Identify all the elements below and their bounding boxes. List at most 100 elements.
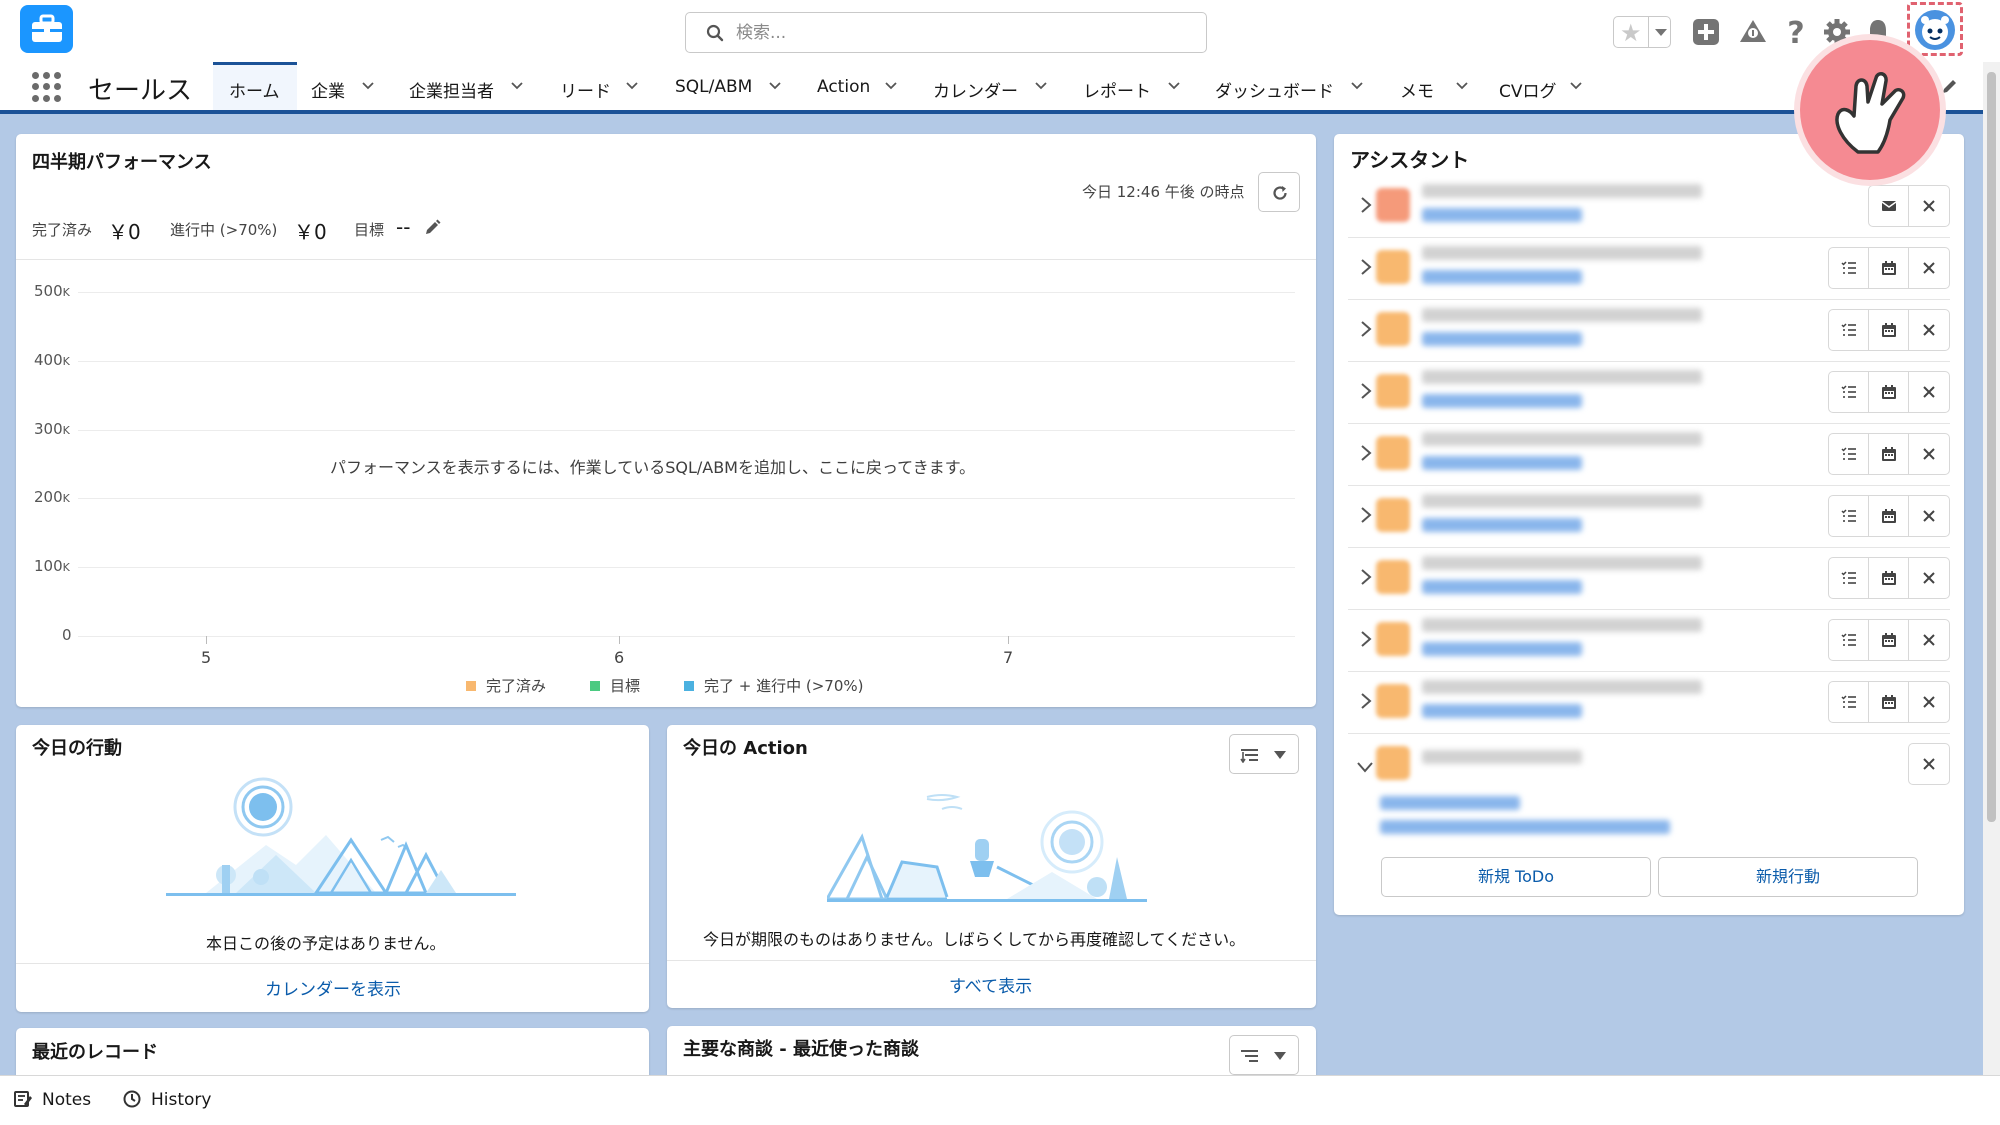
nav-tab-accounts[interactable]: 企業 — [297, 62, 387, 110]
edit-nav-pencil-icon[interactable] — [1940, 76, 1960, 96]
assistant-item-link[interactable] — [1422, 518, 1582, 532]
dismiss-button[interactable] — [1909, 620, 1949, 660]
new-event-button[interactable] — [1869, 310, 1909, 350]
assistant-item-link[interactable] — [1422, 642, 1582, 656]
nav-tab-sql-abm[interactable]: SQL/ABM — [665, 62, 789, 110]
view-all-link[interactable]: すべて表示 — [949, 972, 1032, 997]
dismiss-button[interactable] — [1909, 496, 1949, 536]
new-task-button[interactable] — [1829, 682, 1869, 722]
chevron-right-icon[interactable] — [1360, 506, 1372, 529]
assistant-item-text — [1422, 680, 1702, 694]
dismiss-button[interactable] — [1909, 248, 1949, 288]
nav-tab-action[interactable]: Action — [805, 62, 905, 110]
chevron-down-icon[interactable] — [1570, 80, 1582, 92]
chevron-down-icon[interactable] — [769, 80, 781, 92]
dismiss-button[interactable] — [1909, 310, 1949, 350]
assistant-actions — [1868, 185, 1950, 227]
chevron-down-icon[interactable] — [626, 80, 638, 92]
nav-tab-calendar[interactable]: カレンダー — [920, 62, 1055, 110]
chevron-down-icon[interactable] — [511, 80, 523, 92]
new-task-button[interactable] — [1829, 620, 1869, 660]
dismiss-button[interactable] — [1909, 682, 1949, 722]
new-event-button[interactable] — [1869, 248, 1909, 288]
assistant-item-link[interactable] — [1422, 332, 1582, 346]
divider — [16, 259, 1316, 260]
nav-tab-home[interactable]: ホーム — [213, 62, 297, 110]
nav-tab-cv-log[interactable]: CVログ — [1488, 62, 1592, 110]
new-todo-button[interactable]: 新規 ToDo — [1381, 857, 1651, 897]
nav-tab-leads[interactable]: リード — [548, 62, 648, 110]
new-event-button[interactable] — [1869, 372, 1909, 412]
new-task-button[interactable] — [1829, 372, 1869, 412]
chevron-down-icon[interactable] — [1456, 80, 1468, 92]
app-logo[interactable] — [20, 5, 73, 53]
chevron-right-icon[interactable] — [1360, 630, 1372, 653]
assistant-item — [1348, 300, 1950, 362]
assistant-item-link[interactable] — [1380, 820, 1670, 834]
assistant-item-link[interactable] — [1422, 208, 1582, 222]
new-event-button[interactable] — [1869, 558, 1909, 598]
new-task-button[interactable] — [1829, 310, 1869, 350]
nav-tab-dashboards[interactable]: ダッシュボード — [1205, 62, 1373, 110]
assistant-item-link[interactable] — [1422, 270, 1582, 284]
favorites-button[interactable]: ★ — [1613, 16, 1671, 48]
send-email-button[interactable] — [1869, 186, 1909, 226]
chevron-right-icon[interactable] — [1360, 258, 1372, 281]
favorites-dropdown[interactable] — [1648, 17, 1671, 47]
chevron-right-icon[interactable] — [1360, 196, 1372, 219]
new-event-button[interactable] — [1869, 620, 1909, 660]
nav-tab-contacts[interactable]: 企業担当者 — [397, 62, 535, 110]
new-event-button[interactable] — [1869, 434, 1909, 474]
chevron-down-icon[interactable] — [1168, 80, 1180, 92]
assistant-actions — [1828, 309, 1950, 351]
dismiss-button[interactable] — [1909, 186, 1949, 226]
dismiss-button[interactable] — [1909, 744, 1949, 784]
chevron-down-icon — [1274, 1052, 1286, 1060]
scrollbar-thumb[interactable] — [1987, 72, 1996, 822]
utility-history[interactable]: History — [123, 1090, 211, 1110]
chevron-right-icon[interactable] — [1360, 568, 1372, 591]
trailhead-icon[interactable] — [1737, 16, 1769, 48]
edit-goal-pencil-icon[interactable] — [424, 218, 442, 236]
dismiss-button[interactable] — [1909, 434, 1949, 474]
chevron-right-icon[interactable] — [1360, 382, 1372, 405]
refresh-button[interactable] — [1258, 172, 1300, 212]
nav-tab-reports[interactable]: レポート — [1070, 62, 1190, 110]
global-search[interactable] — [685, 12, 1207, 53]
assistant-item-link[interactable] — [1422, 704, 1582, 718]
assistant-actions — [1828, 433, 1950, 475]
chevron-down-icon[interactable] — [1356, 758, 1374, 778]
chevron-down-icon[interactable] — [1351, 80, 1363, 92]
assistant-actions — [1908, 743, 1950, 785]
assistant-item-link[interactable] — [1422, 456, 1582, 470]
utility-notes[interactable]: Notes — [14, 1090, 91, 1110]
assistant-item-link[interactable] — [1422, 394, 1582, 408]
page-scrollbar[interactable] — [1983, 62, 2000, 1075]
new-task-button[interactable] — [1829, 434, 1869, 474]
assistant-item-link[interactable] — [1422, 580, 1582, 594]
chevron-right-icon[interactable] — [1360, 444, 1372, 467]
new-event-button[interactable] — [1869, 496, 1909, 536]
assistant-item-link[interactable] — [1380, 796, 1520, 810]
search-input[interactable] — [736, 20, 1176, 46]
new-task-button[interactable] — [1829, 248, 1869, 288]
nav-tab-label: メモ — [1400, 82, 1434, 102]
new-event-button[interactable] — [1869, 682, 1909, 722]
view-calendar-link[interactable]: カレンダーを表示 — [265, 975, 401, 1000]
chevron-down-icon[interactable] — [362, 80, 374, 92]
clock-icon — [123, 1090, 141, 1108]
chevron-right-icon[interactable] — [1360, 320, 1372, 343]
chevron-down-icon[interactable] — [885, 80, 897, 92]
new-task-button[interactable] — [1829, 558, 1869, 598]
dismiss-button[interactable] — [1909, 372, 1949, 412]
chevron-down-icon[interactable] — [1035, 80, 1047, 92]
app-launcher-icon[interactable] — [32, 72, 62, 102]
new-event-button[interactable]: 新規行動 — [1658, 857, 1918, 897]
nav-tab-notes[interactable]: メモ — [1388, 62, 1478, 110]
chevron-right-icon[interactable] — [1360, 692, 1372, 715]
dismiss-button[interactable] — [1909, 558, 1949, 598]
sort-filter-menu-button[interactable] — [1229, 734, 1299, 774]
add-icon[interactable] — [1690, 16, 1722, 48]
new-task-button[interactable] — [1829, 496, 1869, 536]
sort-filter-menu-button[interactable] — [1229, 1035, 1299, 1075]
